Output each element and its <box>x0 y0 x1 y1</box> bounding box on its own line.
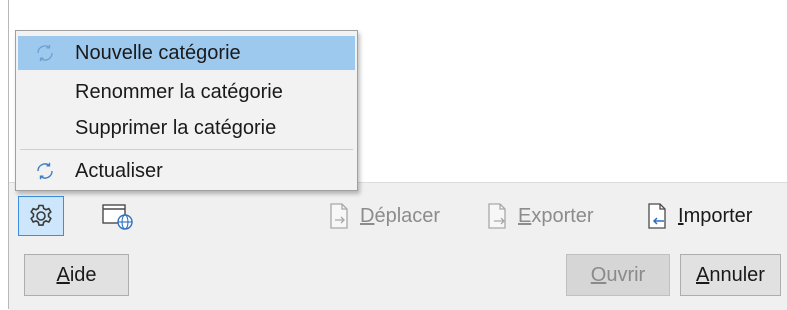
move-button[interactable]: Déplacer <box>328 200 440 232</box>
context-menu: Nouvelle catégorie Renommer la catégorie… <box>15 30 358 191</box>
menu-separator <box>20 149 353 150</box>
menu-item-rename-category[interactable]: Renommer la catégorie <box>18 75 355 109</box>
cancel-mnemonic: A <box>696 263 710 286</box>
move-document-icon <box>330 203 348 229</box>
menu-item-label: Nouvelle catégorie <box>75 41 241 64</box>
web-window-button[interactable] <box>92 198 142 234</box>
settings-button[interactable] <box>18 196 64 236</box>
export-document-icon <box>488 203 506 229</box>
export-button[interactable]: Exporter <box>486 200 594 232</box>
open-label: uvrir <box>606 263 646 286</box>
import-document-icon <box>648 203 666 229</box>
menu-item-label: Renommer la catégorie <box>75 80 283 103</box>
open-mnemonic: O <box>590 263 607 286</box>
menu-item-refresh[interactable]: Actualiser <box>18 154 355 188</box>
menu-item-delete-category[interactable]: Supprimer la catégorie <box>18 111 355 145</box>
cancel-label: nnuler <box>709 263 765 286</box>
help-button[interactable]: Aide <box>24 254 129 296</box>
help-mnemonic: A <box>56 263 70 286</box>
menu-item-label: Actualiser <box>75 159 163 182</box>
export-mnemonic: E <box>518 204 532 227</box>
menu-item-label: Supprimer la catégorie <box>75 116 277 139</box>
move-mnemonic: D <box>360 204 375 227</box>
open-button[interactable]: Ouvrir <box>566 254 670 296</box>
window-globe-icon <box>102 204 133 230</box>
help-label: ide <box>69 263 97 286</box>
export-label: xporter <box>531 204 594 227</box>
import-button[interactable]: Importer <box>646 200 752 232</box>
cancel-button[interactable]: Annuler <box>680 254 781 296</box>
refresh-icon <box>37 44 53 62</box>
gear-icon <box>30 204 52 226</box>
import-label: mporter <box>683 204 753 227</box>
move-label: éplacer <box>374 204 441 227</box>
refresh-icon <box>37 162 53 180</box>
menu-item-new-category[interactable]: Nouvelle catégorie <box>18 36 355 70</box>
